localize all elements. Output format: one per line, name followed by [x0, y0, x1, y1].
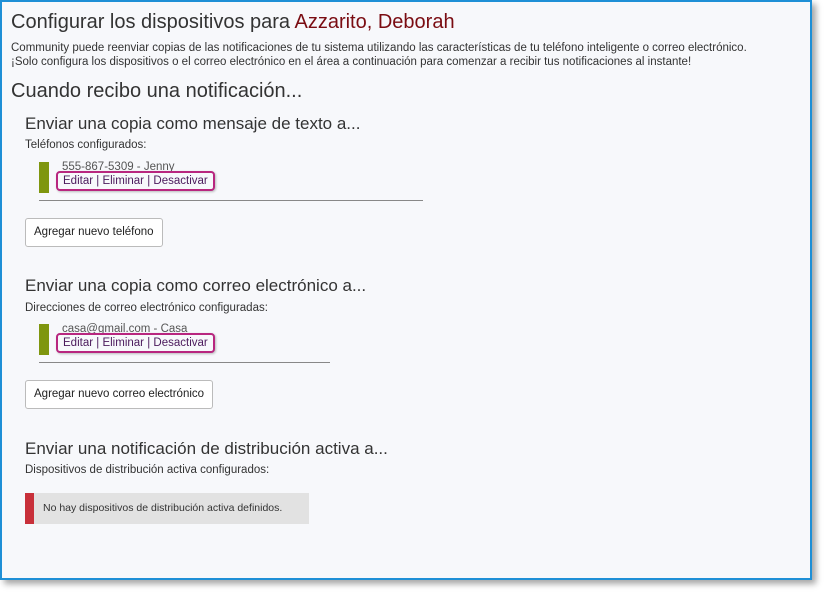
action-separator: |: [147, 337, 151, 349]
email-delete-link[interactable]: Eliminar: [102, 337, 144, 349]
sms-section-subtitle: Teléfonos configurados:: [25, 139, 147, 151]
sms-section-title: Enviar una copia como mensaje de texto a…: [25, 114, 361, 133]
email-section-title: Enviar una copia como correo electrónico…: [25, 276, 367, 295]
page-title-prefix: Configurar los dispositivos para: [11, 11, 291, 33]
device-status-bar: [39, 324, 49, 355]
email-edit-link[interactable]: Editar: [63, 337, 93, 349]
when-heading: Cuando recibo una notificación...: [11, 80, 303, 102]
intro-text: Community puede reenviar copias de las n…: [11, 41, 747, 69]
push-section-title: Enviar una notificación de distribución …: [25, 439, 388, 458]
settings-panel: Configurar los dispositivos para Azzarit…: [0, 0, 812, 580]
phone-device-actions: Editar | Eliminar | Desactivar: [56, 171, 215, 191]
user-name: Azzarito, Deborah: [294, 11, 455, 33]
empty-accent-bar: [25, 493, 34, 524]
intro-line-2: ¡Solo configura los dispositivos o el co…: [11, 56, 692, 68]
page-title: Configurar los dispositivos para Azzarit…: [11, 11, 455, 34]
no-push-devices-message: No hay dispositivos de distribución acti…: [25, 493, 309, 524]
action-separator: |: [96, 337, 100, 349]
device-status-bar: [39, 162, 49, 193]
add-phone-button[interactable]: Agregar nuevo teléfono: [25, 218, 163, 247]
push-section-subtitle: Dispositivos de distribución activa conf…: [25, 464, 270, 476]
empty-message-text: No hay dispositivos de distribución acti…: [43, 502, 283, 514]
phone-list-divider: [39, 200, 423, 201]
action-separator: |: [147, 175, 151, 187]
intro-line-1: Community puede reenviar copias de las n…: [11, 42, 747, 54]
phone-edit-link[interactable]: Editar: [63, 175, 93, 187]
add-email-button[interactable]: Agregar nuevo correo electrónico: [25, 380, 214, 409]
email-section-subtitle: Direcciones de correo electrónico config…: [25, 302, 268, 314]
action-separator: |: [96, 175, 100, 187]
email-deactivate-link[interactable]: Desactivar: [153, 337, 207, 349]
email-device-actions: Editar | Eliminar | Desactivar: [56, 333, 215, 353]
phone-delete-link[interactable]: Eliminar: [102, 175, 144, 187]
phone-deactivate-link[interactable]: Desactivar: [153, 175, 207, 187]
email-list-divider: [39, 362, 330, 363]
